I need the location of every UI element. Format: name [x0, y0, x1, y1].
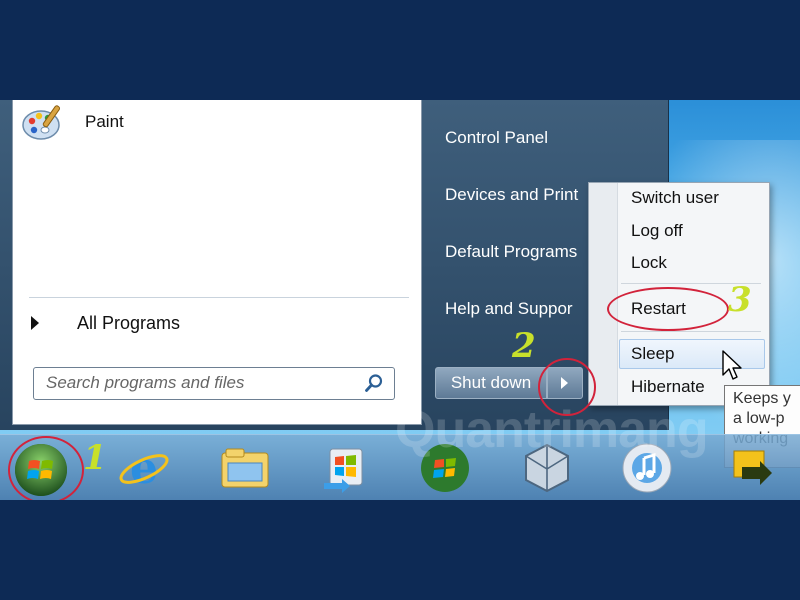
menu-item-log-off[interactable]: Log off [631, 221, 683, 241]
all-programs-label: All Programs [77, 312, 181, 333]
folder-sync-icon[interactable] [728, 441, 782, 495]
internet-explorer-icon[interactable]: e [117, 441, 171, 495]
annotation-step-1: 1 [83, 438, 107, 478]
windows-explorer-icon[interactable] [218, 441, 272, 495]
search-icon[interactable] [364, 373, 384, 397]
paint-palette-icon [21, 101, 67, 147]
start-menu-left-pane: Paint All Programs [12, 100, 422, 425]
annotation-step-3: 3 [728, 280, 752, 320]
svg-text:e: e [130, 443, 158, 494]
right-item-control-panel[interactable]: Control Panel [445, 128, 548, 148]
annotation-ring-restart [607, 287, 729, 331]
search-input[interactable] [34, 368, 356, 397]
right-item-default-programs[interactable]: Default Programs [445, 242, 577, 262]
annotation-ring-shutdown-arrow [538, 358, 596, 416]
tooltip-line: a low-p [733, 410, 785, 427]
tooltip-line: Keeps y [733, 390, 791, 407]
menu-item-hibernate[interactable]: Hibernate [631, 377, 705, 397]
right-item-help-support[interactable]: Help and Suppor [445, 299, 573, 319]
screenshot-area: Paint All Programs Control Panel Devices… [0, 100, 800, 500]
right-item-devices-printers[interactable]: Devices and Print [445, 185, 578, 205]
windows-update-icon[interactable] [318, 441, 372, 495]
annotation-step-2: 2 [512, 326, 536, 366]
shutdown-button[interactable]: Shut down [435, 367, 547, 399]
program-item-paint[interactable]: Paint [21, 102, 321, 146]
mouse-cursor-icon [722, 350, 744, 386]
annotation-ring-start [8, 436, 84, 500]
menu-item-sleep[interactable]: Sleep [631, 344, 674, 364]
triangle-right-icon [31, 316, 39, 330]
menu-item-lock[interactable]: Lock [631, 253, 667, 273]
menu-gutter [589, 183, 618, 405]
all-programs-button[interactable]: All Programs [31, 310, 401, 336]
menu-divider [621, 331, 761, 332]
divider [29, 297, 409, 298]
program-item-label: Paint [85, 112, 124, 131]
menu-item-switch-user[interactable]: Switch user [631, 188, 719, 208]
search-box [33, 367, 395, 400]
